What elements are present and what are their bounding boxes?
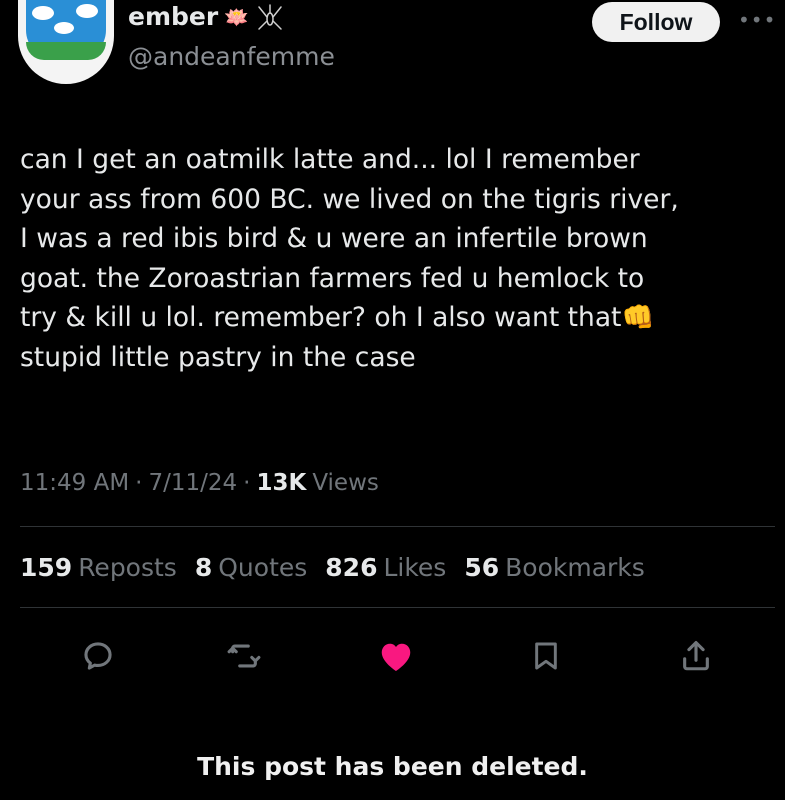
avatar-cloud: [32, 6, 54, 20]
repost-button[interactable]: [220, 632, 268, 680]
tweet-text-part: stupid little pastry in the case: [20, 341, 416, 373]
avatar-cloud: [54, 22, 74, 34]
meta-separator: ·: [243, 470, 251, 496]
quotes-stat[interactable]: 8 Quotes: [195, 553, 307, 582]
avatar-cloud: [76, 4, 98, 18]
more-options-icon[interactable]: •••: [738, 8, 776, 32]
fist-emoji: 👊: [621, 302, 655, 333]
tweet-time[interactable]: 11:49 AM: [20, 470, 129, 496]
reposts-label: Reposts: [78, 553, 177, 582]
user-display-name[interactable]: ember: [128, 2, 218, 31]
mosquito-icon: [258, 3, 282, 30]
reply-button[interactable]: [74, 632, 122, 680]
user-name-row[interactable]: ember 🪷: [128, 2, 285, 31]
avatar[interactable]: [18, 0, 114, 84]
quotes-count: 8: [194, 553, 213, 582]
like-icon: [381, 643, 411, 671]
like-button[interactable]: [372, 632, 420, 680]
user-handle[interactable]: @andeanfemme: [128, 42, 335, 71]
bookmark-button[interactable]: [522, 632, 570, 680]
quotes-label: Quotes: [218, 553, 308, 582]
bookmark-icon: [535, 642, 557, 670]
bookmarks-label: Bookmarks: [505, 553, 645, 582]
tweet-text-part: can I get an oatmilk latte and... lol I …: [20, 144, 679, 333]
repost-icon: [227, 644, 261, 668]
views-count: 13K: [256, 470, 307, 496]
bookmarks-count: 56: [464, 553, 500, 582]
share-button[interactable]: [672, 632, 720, 680]
divider: [20, 607, 775, 608]
tweet-date[interactable]: 7/11/24: [148, 470, 237, 496]
tweet-meta: 11:49 AM · 7/11/24 · 13K Views: [20, 470, 379, 496]
engagement-stats: 159 Reposts 8 Quotes 826 Likes 56 Bookmarks: [20, 553, 645, 582]
follow-button[interactable]: Follow: [592, 2, 720, 42]
likes-label: Likes: [383, 553, 447, 582]
action-bar: [0, 632, 785, 680]
meta-separator: ·: [135, 470, 143, 496]
lotus-emoji: 🪷: [224, 4, 250, 29]
likes-stat[interactable]: 826 Likes: [325, 553, 446, 582]
reply-icon: [84, 642, 112, 670]
tweet-text: can I get an oatmilk latte and... lol I …: [20, 140, 770, 377]
likes-count: 826: [325, 553, 378, 582]
divider: [20, 526, 775, 527]
deleted-notice: This post has been deleted.: [197, 752, 588, 781]
avatar-grass: [26, 42, 106, 60]
reposts-count: 159: [20, 553, 73, 582]
share-icon: [683, 640, 709, 671]
reposts-stat[interactable]: 159 Reposts: [20, 553, 177, 582]
bookmarks-stat[interactable]: 56 Bookmarks: [464, 553, 644, 582]
views-label: Views: [312, 470, 379, 496]
